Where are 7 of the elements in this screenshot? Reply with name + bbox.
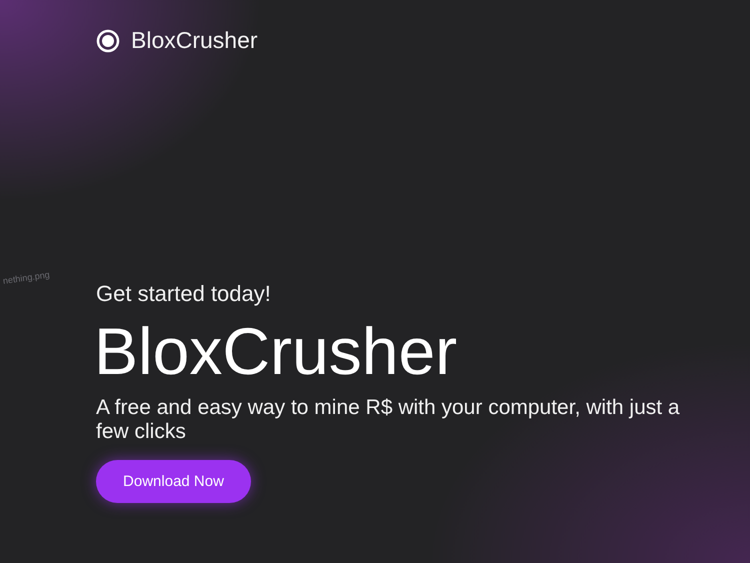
hero-kicker: Get started today! xyxy=(96,281,271,307)
brand-name: BloxCrusher xyxy=(131,27,258,54)
logo-icon xyxy=(96,28,120,52)
broken-image-alt-text: nething.png xyxy=(2,270,50,286)
hero-title: BloxCrusher xyxy=(94,317,458,386)
hero-subtitle: A free and easy way to mine R$ with your computer, with just a few clicks xyxy=(96,396,681,444)
download-button[interactable]: Download Now xyxy=(96,460,251,504)
